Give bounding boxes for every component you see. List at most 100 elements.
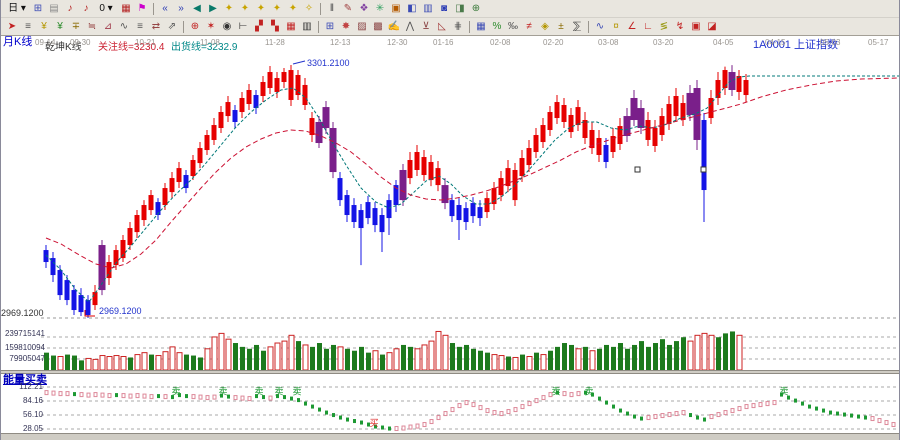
candle-body xyxy=(184,175,189,188)
wave-mark-green xyxy=(297,398,300,402)
candle-body xyxy=(219,112,224,128)
wave-mark-pink xyxy=(773,401,776,405)
candle-body xyxy=(44,250,49,262)
volume-bar xyxy=(478,351,483,370)
volume-bar xyxy=(128,357,133,370)
wave-mark-pink xyxy=(486,409,489,413)
candle-body xyxy=(135,215,140,232)
candle-body xyxy=(282,72,287,82)
candle-body xyxy=(240,98,245,112)
wave-mark-green xyxy=(640,417,643,421)
candle-body xyxy=(408,160,413,178)
ma-slow-line xyxy=(46,78,899,268)
volume-bar xyxy=(688,341,693,370)
date-tick: 11-08 xyxy=(200,38,220,47)
candle-body xyxy=(247,90,252,104)
wave-mark-pink xyxy=(192,395,195,399)
volume-bar xyxy=(317,343,322,370)
candle-body xyxy=(303,85,308,105)
wave-mark-pink xyxy=(745,405,748,409)
wave-mark-green xyxy=(290,397,293,401)
bottom-status-strip xyxy=(1,433,900,440)
volume-bar xyxy=(387,353,392,370)
wave-mark-pink xyxy=(458,404,461,408)
volume-bar xyxy=(107,357,112,370)
volume-bar xyxy=(667,345,672,370)
indicator-tick-1: 112.21 xyxy=(1,382,43,392)
wave-mark-pink xyxy=(710,415,713,419)
date-tick: 02-08 xyxy=(490,38,510,47)
volume-bar xyxy=(709,335,714,370)
date-tick: 03-20 xyxy=(653,38,673,47)
wave-mark-green xyxy=(850,414,853,418)
wave-mark-pink xyxy=(535,399,538,403)
period-label[interactable]: 月K线 xyxy=(3,37,32,47)
candle-body xyxy=(716,80,721,98)
candle-body xyxy=(604,145,609,162)
volume-bar xyxy=(331,345,336,370)
wave-mark-pink xyxy=(409,425,412,429)
volume-bar xyxy=(429,341,434,370)
wave-mark-pink xyxy=(647,416,650,420)
wave-mark-pink xyxy=(507,410,510,414)
wave-mark-green xyxy=(360,421,363,425)
volume-bar xyxy=(198,357,203,370)
wave-mark-green xyxy=(346,418,349,422)
chart-canvas: 卖卖卖卖卖卖卖卖买 xyxy=(1,0,900,440)
candle-body xyxy=(737,76,742,92)
sell-flag: 卖 xyxy=(551,387,560,397)
wave-mark-pink xyxy=(248,397,251,401)
indicator-tick-3: 56.10 xyxy=(1,410,43,420)
wave-mark-pink xyxy=(472,403,475,407)
wave-mark-green xyxy=(598,397,601,401)
candle-body xyxy=(191,160,196,176)
wave-mark-green xyxy=(115,393,118,397)
wave-mark-pink xyxy=(164,395,167,399)
candle-body xyxy=(233,110,238,122)
wave-mark-pink xyxy=(437,416,440,420)
candle-body xyxy=(631,98,638,120)
volume-bar xyxy=(485,353,490,370)
wave-mark-pink xyxy=(493,411,496,415)
wave-mark-pink xyxy=(724,411,727,415)
volume-bar xyxy=(359,347,364,370)
volume-bar xyxy=(247,349,252,370)
volume-bar xyxy=(100,356,105,370)
candle-body xyxy=(198,148,203,163)
volume-bar xyxy=(205,349,210,370)
candle-body xyxy=(212,125,217,140)
volume-bar xyxy=(72,356,77,370)
buy-flag: 买 xyxy=(369,418,378,428)
wave-mark-pink xyxy=(136,394,139,398)
candle-body xyxy=(316,122,323,143)
wave-mark-pink xyxy=(101,393,104,397)
candle-body xyxy=(163,188,168,205)
volume-bar xyxy=(681,337,686,370)
sell-flag: 卖 xyxy=(274,387,283,397)
wave-mark-pink xyxy=(570,393,573,397)
date-tick: 10-21 xyxy=(135,38,155,47)
volume-bar xyxy=(373,351,378,370)
high-pointer-line xyxy=(293,61,305,64)
candle-body xyxy=(457,205,462,220)
candle-body xyxy=(205,135,210,150)
wave-mark-pink xyxy=(80,393,83,397)
candle-body xyxy=(597,138,602,155)
wave-mark-green xyxy=(836,412,839,416)
wave-mark-pink xyxy=(500,412,503,416)
volume-bar xyxy=(541,355,546,370)
volume-bar xyxy=(233,343,238,370)
volume-bar xyxy=(450,343,455,370)
signal-box xyxy=(701,167,706,172)
volume-bar xyxy=(632,345,637,370)
volume-bar xyxy=(156,356,161,370)
volume-bar xyxy=(436,331,441,370)
wave-mark-pink xyxy=(87,393,90,397)
volume-bar xyxy=(660,339,665,370)
candle-body xyxy=(79,295,84,312)
volume-bar xyxy=(394,349,399,370)
pane-splitter[interactable] xyxy=(1,370,900,374)
wave-mark-green xyxy=(318,408,321,412)
wave-mark-pink xyxy=(45,391,48,395)
candle-body xyxy=(450,200,455,216)
